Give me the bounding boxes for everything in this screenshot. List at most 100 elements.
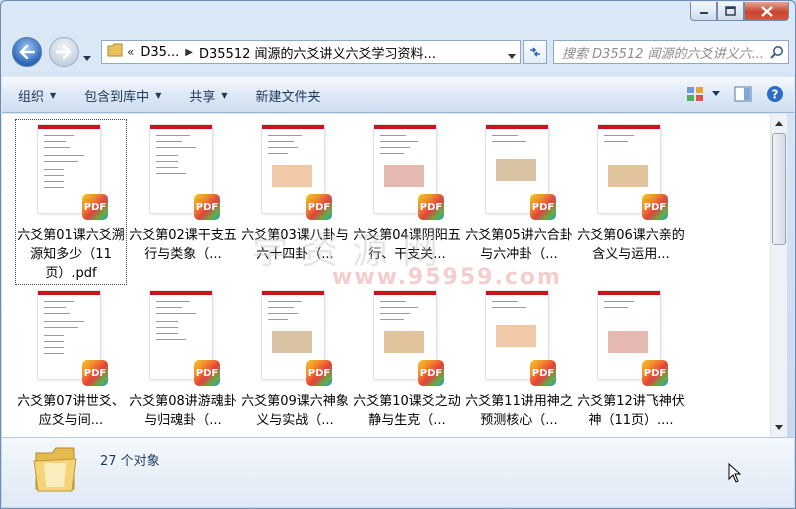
pdf-file-icon: PDF [418, 360, 444, 386]
thumbnail-text-line [604, 141, 628, 142]
refresh-button[interactable] [523, 40, 547, 64]
file-name-label: 六爻第07讲世爻、应爻与间... [17, 394, 125, 428]
file-name-label: 六爻第02课干支五行与类象（... [129, 228, 237, 262]
file-list-pane[interactable]: PDF 六爻第01课六爻溯源知多少（11页）.pdf PDF 六爻第02课干支五行与类… [2, 114, 770, 437]
thumbnail-text-line [44, 181, 64, 182]
thumbnail-text-line [156, 155, 178, 156]
preview-pane-button[interactable] [734, 86, 752, 102]
thumbnail-text-line [492, 307, 526, 308]
breadcrumb-segment-current[interactable]: D35512 闻源的六爻讲义六爻学习资料... [199, 43, 436, 62]
thumbnail-header-bar [262, 125, 324, 129]
address-overflow[interactable]: « [127, 45, 134, 59]
thumbnail-text-line [492, 135, 518, 136]
organize-menu[interactable]: 组织 ▼ [6, 78, 68, 112]
chevron-down-icon: ▼ [155, 90, 162, 100]
thumbnail-text-line [604, 307, 628, 308]
include-library-menu[interactable]: 包含到库中 ▼ [72, 78, 173, 112]
file-item[interactable]: PDF 六爻第07讲世爻、应爻与间... [15, 285, 127, 437]
file-item[interactable]: PDF 六爻第02课干支五行与类象（... [127, 119, 239, 285]
thumbnail-text-line [268, 147, 298, 148]
thumbnail-text-line [380, 307, 418, 308]
address-bar[interactable]: « D35... ▶ D35512 闻源的六爻讲义六爻学习资料... [101, 40, 521, 64]
thumbnail-text-line [156, 313, 196, 314]
forward-button[interactable] [49, 37, 79, 67]
new-folder-button[interactable]: 新建文件夹 [244, 78, 333, 112]
share-label: 共享 [189, 89, 216, 105]
scroll-down-button[interactable] [771, 419, 787, 436]
vertical-scrollbar[interactable] [770, 114, 787, 437]
thumbnail-text-line [268, 141, 294, 142]
file-name-label: 六爻第01课六爻溯源知多少（11页）.pdf [17, 228, 125, 281]
thumbnail-header-bar [374, 125, 436, 129]
thumbnail-text-line [380, 135, 406, 136]
file-name-label: 六爻第10课爻之动静与生克（... [353, 394, 461, 428]
thumbnail-illustration [272, 165, 312, 187]
file-item[interactable]: PDF 六爻第06课六亲的含义与运用... [575, 119, 687, 285]
thumbnail-text-line [268, 307, 294, 308]
thumbnail-header-bar [598, 125, 660, 129]
thumbnail-text-line [44, 307, 66, 308]
thumbnail-header-bar [598, 291, 660, 295]
thumbnail-illustration [496, 325, 536, 347]
arrow-right-icon [56, 45, 72, 59]
back-button[interactable] [12, 37, 42, 67]
thumbnail-text-line [380, 141, 418, 142]
file-name-label: 六爻第06课六亲的含义与运用... [577, 228, 685, 262]
thumbnail-header-bar [374, 291, 436, 295]
chevron-down-icon: ▼ [50, 90, 57, 100]
thumbnail-text-line [380, 319, 404, 320]
breadcrumb-segment-parent[interactable]: D35... [140, 45, 179, 60]
pdf-file-icon: PDF [306, 194, 332, 220]
thumbnail-text-line [268, 135, 302, 136]
thumbnail-illustration [608, 165, 648, 187]
file-item[interactable]: PDF 六爻第11讲用神之预测核心（... [463, 285, 575, 437]
help-icon: ? [767, 86, 783, 102]
thumbnail-text-line [604, 301, 634, 302]
pdf-file-icon: PDF [194, 360, 220, 386]
scroll-up-button[interactable] [771, 115, 787, 132]
close-button[interactable] [744, 2, 789, 21]
thumbnail-text-line [156, 301, 190, 302]
thumbnail-text-line [268, 301, 302, 302]
thumbnail-text-line [380, 301, 406, 302]
thumbnail-text-line [44, 187, 64, 188]
recent-pages-dropdown[interactable] [83, 47, 91, 66]
thumbnail-text-line [44, 147, 70, 148]
address-history-dropdown[interactable] [508, 49, 516, 64]
file-item[interactable]: PDF 六爻第05讲六合卦与六冲卦（... [463, 119, 575, 285]
navigation-bar: « D35... ▶ D35512 闻源的六爻讲义六爻学习资料... 搜索 D3… [9, 37, 789, 69]
thumbnail-header-bar [150, 125, 212, 129]
thumbnail-illustration [384, 331, 424, 353]
arrow-left-icon [19, 45, 35, 59]
breadcrumb-separator[interactable]: ▶ [185, 47, 193, 58]
thumbnail-header-bar [486, 125, 548, 129]
thumbnail-text-line [380, 147, 410, 148]
thumbnail-illustration [496, 159, 536, 181]
file-item[interactable]: PDF 六爻第01课六爻溯源知多少（11页）.pdf [15, 119, 127, 285]
help-button[interactable]: ? [766, 85, 784, 103]
folder-icon [30, 443, 80, 499]
file-item[interactable]: PDF 六爻第09课六神象义与实战（... [239, 285, 351, 437]
svg-text:?: ? [772, 88, 779, 102]
search-input[interactable]: 搜索 D35512 闻源的六爻讲义六... [553, 40, 789, 64]
view-grid-icon [687, 87, 703, 101]
scrollbar-thumb[interactable] [772, 133, 786, 245]
thumbnail-text-line [156, 141, 182, 142]
file-item[interactable]: PDF 六爻第10课爻之动静与生克（... [351, 285, 463, 437]
pdf-file-icon: PDF [418, 194, 444, 220]
maximize-icon [725, 6, 736, 16]
minimize-button[interactable] [690, 2, 717, 21]
file-name-label: 六爻第05讲六合卦与六冲卦（... [465, 228, 573, 262]
thumbnail-header-bar [262, 291, 324, 295]
item-count: 27 个对象 [100, 454, 160, 469]
file-item[interactable]: PDF 六爻第08讲游魂卦与归魂卦（... [127, 285, 239, 437]
file-item[interactable]: PDF 六爻第12讲飞神伏神（11页）.... [575, 285, 687, 437]
file-name-label: 六爻第12讲飞神伏神（11页）.... [577, 394, 685, 428]
share-menu[interactable]: 共享 ▼ [177, 78, 239, 112]
thumbnail-illustration [272, 331, 312, 353]
view-options-button[interactable] [686, 86, 720, 102]
thumbnail-text-line [156, 167, 178, 168]
search-icon[interactable] [766, 45, 784, 63]
thumbnail-text-line [268, 319, 288, 320]
maximize-button[interactable] [717, 2, 744, 21]
